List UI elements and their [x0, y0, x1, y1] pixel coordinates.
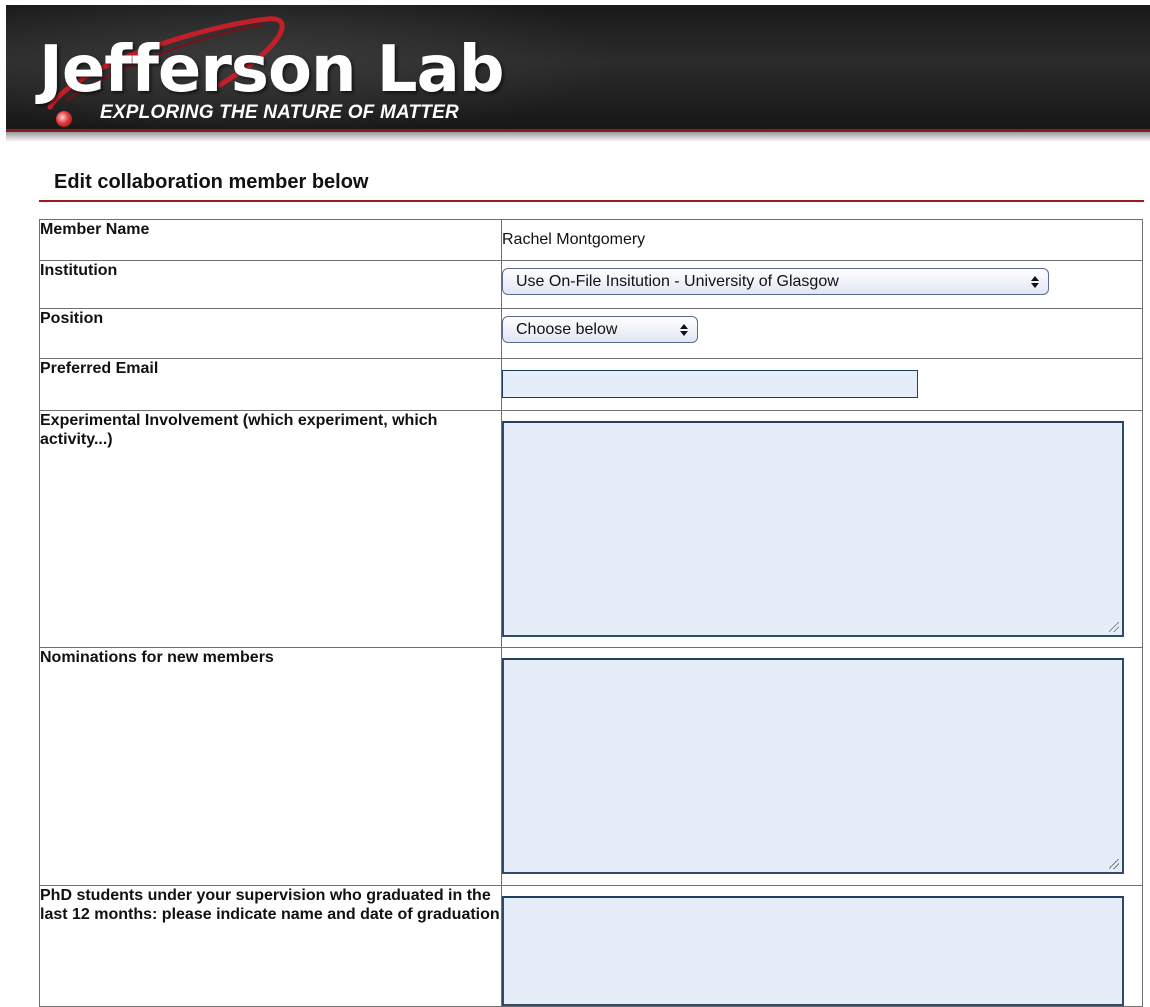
institution-label: Institution: [39, 260, 502, 309]
phd-students-cell: [501, 885, 1143, 1007]
position-label: Position: [39, 308, 502, 359]
banner-shadow: [6, 132, 1150, 142]
logo-title[interactable]: Jefferson Lab: [39, 35, 505, 105]
header-banner: Jefferson Lab EXPLORING THE NATURE OF MA…: [6, 5, 1150, 132]
position-selected-value: Choose below: [516, 321, 618, 338]
experimental-involvement-cell: [501, 410, 1143, 648]
nominations-label: Nominations for new members: [39, 647, 502, 886]
member-name-value: Rachel Montgomery: [502, 231, 646, 248]
institution-select[interactable]: Use On-File Insitution - University of G…: [502, 268, 1049, 295]
phd-students-textarea[interactable]: [502, 896, 1124, 1006]
resize-grip-icon[interactable]: [1109, 859, 1119, 869]
logo-dot-icon: [56, 111, 72, 127]
row-phd-students: PhD students under your supervision who …: [39, 885, 1143, 1007]
institution-cell: Use On-File Insitution - University of G…: [501, 260, 1143, 309]
row-experimental-involvement: Experimental Involvement (which experime…: [39, 410, 1143, 648]
member-form-table: Member Name Rachel Montgomery Institutio…: [39, 219, 1143, 1007]
institution-selected-value: Use On-File Insitution - University of G…: [516, 273, 839, 290]
position-cell: Choose below: [501, 308, 1143, 359]
phd-students-label: PhD students under your supervision who …: [39, 885, 502, 1007]
row-member-name: Member Name Rachel Montgomery: [39, 219, 1143, 261]
experimental-involvement-textarea[interactable]: [502, 421, 1124, 637]
preferred-email-field[interactable]: [502, 370, 918, 398]
experimental-involvement-label: Experimental Involvement (which experime…: [39, 410, 502, 648]
preferred-email-cell: [501, 358, 1143, 411]
preferred-email-label: Preferred Email: [39, 358, 502, 411]
nominations-cell: [501, 647, 1143, 886]
nominations-textarea[interactable]: [502, 658, 1124, 874]
position-select[interactable]: Choose below: [502, 316, 698, 343]
member-name-cell: Rachel Montgomery: [501, 219, 1143, 261]
row-preferred-email: Preferred Email: [39, 358, 1143, 411]
row-nominations: Nominations for new members: [39, 647, 1143, 886]
select-arrows-icon: [680, 322, 689, 338]
logo-tagline: EXPLORING THE NATURE OF MATTER: [100, 102, 459, 123]
page-title: Edit collaboration member below: [54, 171, 369, 193]
row-position: Position Choose below: [39, 308, 1143, 359]
row-institution: Institution Use On-File Insitution - Uni…: [39, 260, 1143, 309]
resize-grip-icon[interactable]: [1109, 622, 1119, 632]
select-arrows-icon: [1031, 274, 1040, 290]
heading-divider: [39, 200, 1144, 202]
member-name-label: Member Name: [39, 219, 502, 261]
